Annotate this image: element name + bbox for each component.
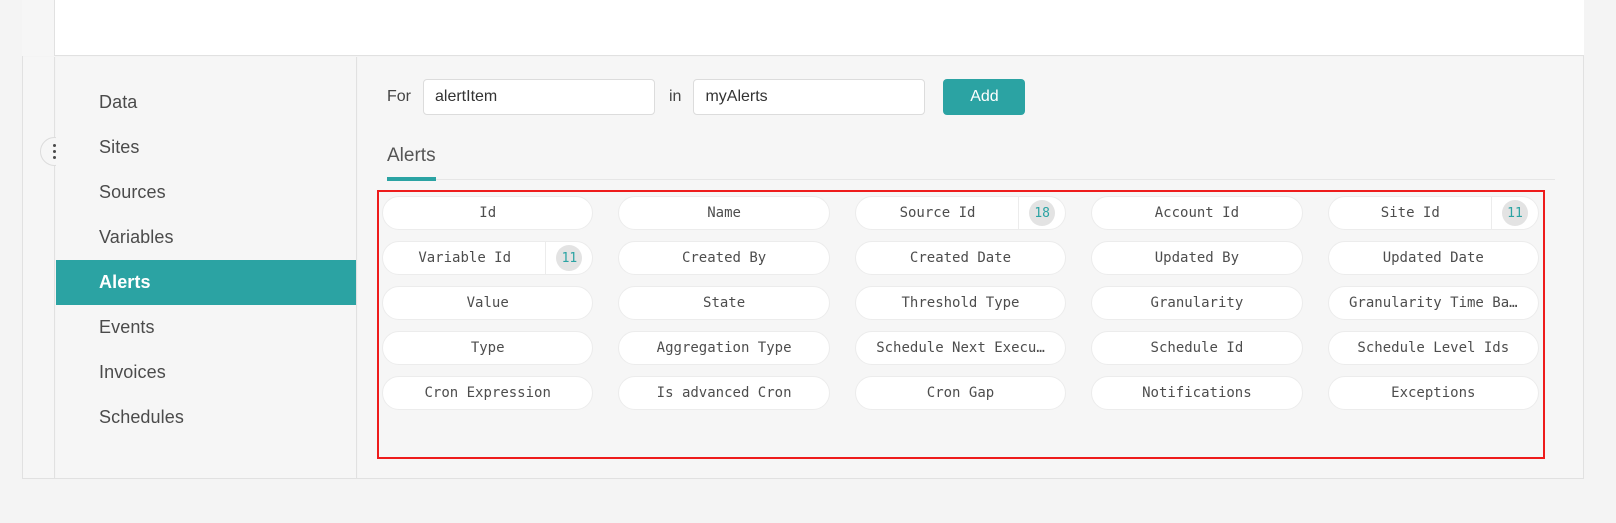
field-chip-label: Schedule Id: [1150, 340, 1244, 356]
field-chip-badge-count: 18: [1029, 200, 1056, 226]
field-chip-label: Schedule Level Ids: [1357, 340, 1510, 356]
field-chip-label: Site Id: [1380, 205, 1440, 221]
sidebar-item-events[interactable]: Events: [56, 305, 356, 350]
expression-form-row: For in Add: [387, 79, 1026, 115]
field-chip-label: Account Id: [1154, 205, 1240, 221]
field-chip-label: Created Date: [909, 250, 1012, 266]
sidebar-item-label: Sources: [99, 182, 166, 202]
in-label: in: [669, 88, 682, 105]
field-chip[interactable]: Cron Gap: [854, 376, 1067, 410]
field-chip-label: Granularity: [1150, 295, 1244, 311]
sidebar-item-alerts[interactable]: Alerts: [56, 260, 356, 305]
field-chip[interactable]: Updated By: [1091, 241, 1303, 275]
sidebar-item-label: Sites: [99, 137, 140, 157]
field-chip-label: Updated By: [1154, 250, 1240, 266]
field-chip[interactable]: Site Id 11: [1327, 196, 1539, 230]
field-chip[interactable]: Name: [618, 196, 830, 230]
for-label: For: [387, 88, 411, 105]
field-chip[interactable]: Id: [382, 196, 594, 230]
field-chip[interactable]: Account Id: [1091, 196, 1303, 230]
field-chip-badge[interactable]: 11: [545, 242, 592, 274]
sidebar-item-label: Data: [99, 92, 138, 112]
field-chip[interactable]: Schedule Next Execu…: [854, 331, 1067, 365]
sidebar-item-label: Invoices: [99, 362, 166, 382]
left-rail: [23, 57, 69, 478]
field-chip[interactable]: Created By: [618, 241, 830, 275]
add-button[interactable]: Add: [943, 79, 1026, 115]
field-chip-label: Cron Gap: [926, 385, 995, 401]
sidebar-item-invoices[interactable]: Invoices: [56, 350, 356, 395]
tab-alerts[interactable]: Alerts: [387, 145, 436, 181]
field-chip-badge-count: 11: [556, 245, 583, 271]
field-chip-badge-count: 11: [1501, 200, 1528, 226]
page-bottom-border: [22, 478, 1584, 479]
field-chip-label: Id: [479, 205, 497, 221]
field-chip-label: Aggregation Type: [656, 340, 792, 356]
field-chip-label: Created By: [681, 250, 767, 266]
rail-top-spacer: [22, 0, 55, 56]
field-chip[interactable]: Granularity: [1091, 286, 1303, 320]
field-chip[interactable]: Aggregation Type: [618, 331, 830, 365]
page-right-border: [1583, 0, 1584, 479]
main-panel: For in Add Alerts Id Name Source Id 18 Accou…: [358, 57, 1583, 478]
tab-strip: Alerts: [387, 145, 1555, 181]
field-chip-badge[interactable]: 11: [1490, 197, 1538, 229]
field-chip-label: Is advanced Cron: [656, 385, 792, 401]
sidebar-item-label: Events: [99, 317, 155, 337]
sidebar-item-data[interactable]: Data: [56, 80, 356, 125]
sidebar-item-schedules[interactable]: Schedules: [56, 395, 356, 440]
field-chip-label: Type: [470, 340, 505, 356]
sidebar-item-sites[interactable]: Sites: [56, 125, 356, 170]
field-chip-label: Variable Id: [418, 250, 512, 266]
sidebar-item-label: Schedules: [99, 407, 184, 427]
field-chip-label: Granularity Time Ba…: [1349, 295, 1518, 311]
field-chip[interactable]: Variable Id 11: [382, 241, 594, 275]
field-chip-badge[interactable]: 18: [1018, 197, 1065, 229]
field-chip-label: Cron Expression: [424, 385, 551, 401]
field-chip-label: Exceptions: [1391, 385, 1476, 401]
field-chip-label: State: [703, 295, 746, 311]
field-chip[interactable]: Value: [382, 286, 594, 320]
sidebar-nav: Data Sites Sources Variables Alerts Events Inv…: [56, 57, 357, 478]
field-chip-label: Schedule Next Execu…: [876, 340, 1045, 356]
field-chip-label: Updated Date: [1382, 250, 1484, 266]
field-chip-label: Source Id: [899, 205, 976, 221]
field-chip-label: Notifications: [1142, 385, 1252, 401]
field-chip[interactable]: Threshold Type: [854, 286, 1067, 320]
field-chip-label: Value: [466, 295, 509, 311]
field-chip[interactable]: Source Id 18: [854, 196, 1067, 230]
sidebar-item-label: Alerts: [99, 272, 151, 292]
app-root: Data Sites Sources Variables Alerts Events Inv…: [0, 0, 1616, 523]
field-chip[interactable]: Is advanced Cron: [618, 376, 830, 410]
field-chip-grid: Id Name Source Id 18 Account Id Site Id 11 Vari…: [382, 196, 1539, 410]
for-input[interactable]: [423, 79, 655, 115]
field-chip[interactable]: Type: [382, 331, 594, 365]
sidebar-item-label: Variables: [99, 227, 174, 247]
sidebar-item-variables[interactable]: Variables: [56, 215, 356, 260]
field-chip[interactable]: State: [618, 286, 830, 320]
in-input[interactable]: [693, 79, 926, 115]
field-chip-label: Name: [707, 205, 741, 221]
field-chip[interactable]: Exceptions: [1327, 376, 1539, 410]
field-chip[interactable]: Updated Date: [1327, 241, 1539, 275]
field-chip[interactable]: Created Date: [854, 241, 1067, 275]
field-chip[interactable]: Notifications: [1091, 376, 1303, 410]
field-chip[interactable]: Schedule Id: [1091, 331, 1303, 365]
field-chip[interactable]: Cron Expression: [382, 376, 594, 410]
field-chip[interactable]: Granularity Time Ba…: [1327, 286, 1539, 320]
field-chip-label: Threshold Type: [901, 295, 1020, 311]
sidebar-item-sources[interactable]: Sources: [56, 170, 356, 215]
field-chip[interactable]: Schedule Level Ids: [1327, 331, 1539, 365]
top-bar: [55, 0, 1584, 56]
